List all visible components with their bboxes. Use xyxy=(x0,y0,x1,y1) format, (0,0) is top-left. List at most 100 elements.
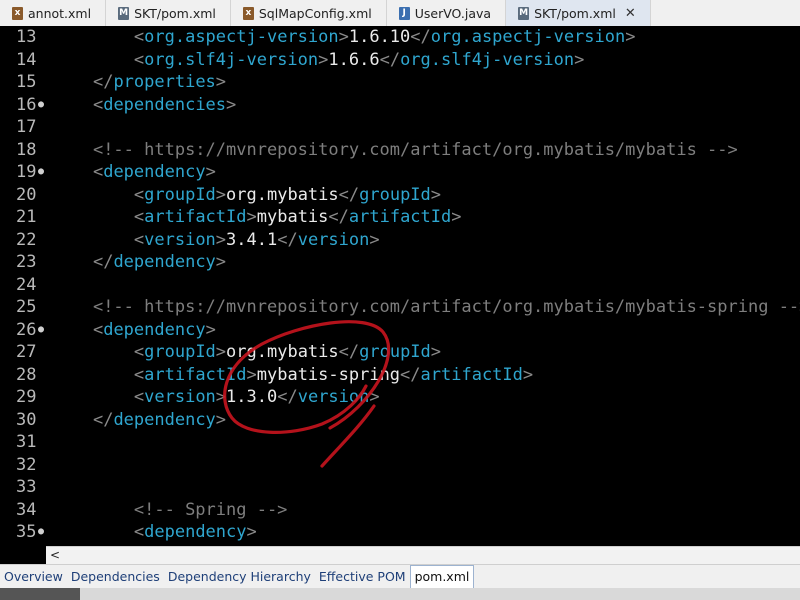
xml-tag-name: groupId xyxy=(144,184,216,205)
xml-tag-name: groupId xyxy=(359,342,431,362)
xml-bracket: > xyxy=(430,184,442,205)
code-comment: <!-- https://mvnrepository.com/artifact/… xyxy=(92,297,800,317)
line-number-text: 23 xyxy=(16,252,37,272)
line-number-text: 19 xyxy=(16,162,37,182)
editor-tab[interactable]: J UserVO.java xyxy=(387,0,507,26)
editor-tab-bar: x annot.xml M SKT/pom.xml x SqlMapConfig.xml J… xyxy=(0,0,800,27)
code-line[interactable]: <dependency> xyxy=(52,161,216,184)
xml-tag-name: dependency xyxy=(144,522,247,542)
editor-tab[interactable]: M SKT/pom.xml ✕ xyxy=(506,0,651,26)
code-line[interactable]: </dependency> xyxy=(52,409,226,432)
code-editor[interactable]: 13 14 15 16 ● 17 18 19 ● 20 21 22 23 24 25 26 ● 27 28 29 30 3… xyxy=(0,26,800,546)
maven-file-icon: M xyxy=(118,6,130,20)
code-line[interactable]: <!-- Spring --> xyxy=(52,499,288,522)
code-line[interactable]: <artifactId>mybatis</artifactId> xyxy=(52,206,462,229)
code-line[interactable]: </properties> xyxy=(52,71,226,94)
line-number-text: 21 xyxy=(16,207,37,227)
line-number: 25 xyxy=(0,296,50,319)
code-comment: <!-- Spring --> xyxy=(133,499,288,520)
xml-bracket: </ xyxy=(410,27,431,47)
code-line[interactable]: <artifactId>mybatis-spring</artifactId> xyxy=(52,364,533,387)
code-line[interactable]: <!-- https://mvnrepository.com/artifact/… xyxy=(52,296,800,319)
horizontal-scrollbar[interactable]: < xyxy=(46,546,800,565)
line-number: 21 xyxy=(0,206,50,229)
code-text: org.mybatis xyxy=(226,342,339,362)
xml-bracket: </ xyxy=(338,184,360,205)
line-number-text: 27 xyxy=(16,342,37,362)
line-number-text: 30 xyxy=(16,409,37,430)
line-number: 24 xyxy=(0,274,50,297)
code-line[interactable]: </dependency> xyxy=(52,251,226,274)
code-text: 3.4.1 xyxy=(226,229,278,250)
gutter-corner xyxy=(0,546,46,564)
tab-dependencies[interactable]: Dependencies xyxy=(67,566,164,588)
tab-dependency-hierarchy[interactable]: Dependency Hierarchy xyxy=(164,566,315,588)
java-file-icon: J xyxy=(398,6,410,20)
line-number-text: 26 xyxy=(16,319,37,340)
xml-tag-name: dependency xyxy=(113,252,216,272)
code-line[interactable]: <version>1.3.0</version> xyxy=(52,386,380,409)
code-line[interactable]: <dependencies> xyxy=(52,94,236,117)
xml-tag-name: version xyxy=(144,229,216,250)
line-number: 20 xyxy=(0,184,50,207)
editor-tab[interactable]: x annot.xml xyxy=(0,0,107,26)
editor-tab[interactable]: x SqlMapConfig.xml xyxy=(231,0,387,26)
xml-bracket: < xyxy=(133,387,145,407)
code-line[interactable]: <!-- https://mvnrepository.com/artifact/… xyxy=(52,139,738,162)
line-number-text: 22 xyxy=(16,229,37,250)
tab-effective-pom[interactable]: Effective POM xyxy=(315,566,410,588)
close-icon[interactable]: ✕ xyxy=(625,6,636,21)
fold-marker-icon[interactable]: ● xyxy=(38,319,44,342)
xml-bracket: > xyxy=(246,522,257,542)
code-area[interactable]: <org.aspectj-version>1.6.10</org.aspectj… xyxy=(52,26,800,546)
xml-tag-name: dependency xyxy=(103,319,206,340)
line-number-text: 29 xyxy=(16,387,37,407)
xml-bracket: < xyxy=(133,522,145,542)
line-number: 22 xyxy=(0,229,50,252)
xml-tag-name: dependency xyxy=(113,409,216,430)
code-text: 1.6.10 xyxy=(348,27,411,47)
scroll-left-arrow-icon[interactable]: < xyxy=(50,547,60,564)
editor-tab[interactable]: M SKT/pom.xml xyxy=(106,0,231,26)
line-number: 19 ● xyxy=(0,161,50,184)
line-number: 23 xyxy=(0,251,50,274)
code-line[interactable]: <groupId>org.mybatis</groupId> xyxy=(52,341,441,364)
xml-bracket: > xyxy=(215,252,227,272)
xml-tag-name: artifactId xyxy=(144,207,247,227)
xml-tag-name: artifactId xyxy=(420,364,523,385)
code-line[interactable]: <org.aspectj-version>1.6.10</org.aspectj… xyxy=(52,26,636,49)
xml-bracket: < xyxy=(133,342,145,362)
code-line[interactable]: <dependency> xyxy=(52,319,216,342)
status-bar xyxy=(0,588,800,600)
tab-label: SKT/pom.xml xyxy=(534,5,616,21)
code-line[interactable]: <org.slf4j-version>1.6.6</org.slf4j-vers… xyxy=(52,49,584,72)
fold-marker-icon[interactable]: ● xyxy=(38,521,44,544)
line-number-text: 20 xyxy=(16,184,37,205)
fold-marker-icon[interactable]: ● xyxy=(38,161,44,184)
xml-bracket: </ xyxy=(277,229,298,250)
xml-bracket: > xyxy=(318,49,329,70)
xml-bracket: </ xyxy=(92,252,114,272)
xml-bracket: < xyxy=(133,184,145,205)
code-line[interactable]: <dependency> xyxy=(52,521,257,544)
tab-overview[interactable]: Overview xyxy=(0,566,67,588)
code-line[interactable]: <version>3.4.1</version> xyxy=(52,229,380,252)
tab-pom-xml[interactable]: pom.xml xyxy=(409,565,475,589)
code-line[interactable]: <groupId>org.mybatis</groupId> xyxy=(52,184,441,207)
xml-tag-name: dependencies xyxy=(103,94,227,115)
tab-label: SqlMapConfig.xml xyxy=(258,5,372,21)
line-number-text: 28 xyxy=(16,364,37,385)
xml-file-icon: x xyxy=(12,6,23,20)
line-number-text: 31 xyxy=(16,432,37,452)
line-number-text: 15 xyxy=(16,72,37,92)
fold-marker-icon[interactable]: ● xyxy=(38,94,44,117)
